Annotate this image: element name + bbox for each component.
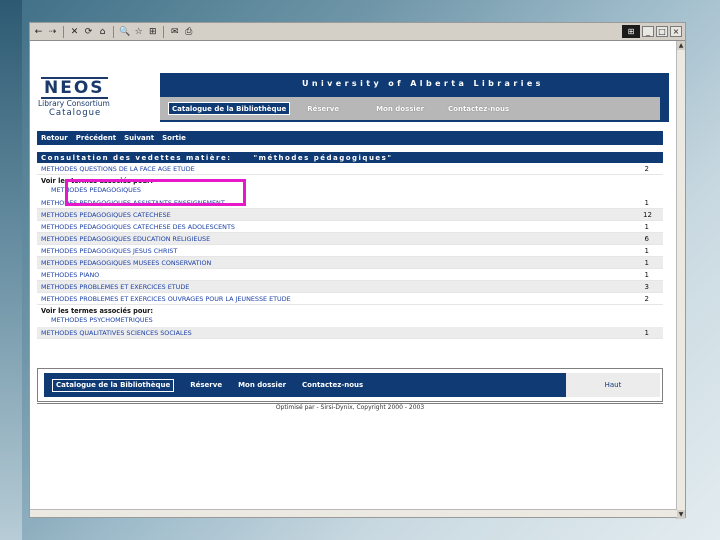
heading-link[interactable]: METHODES PROBLEMES ET EXERCICES OUVRAGES…	[37, 295, 643, 303]
slide-background-band	[0, 0, 22, 540]
top-nav: Catalogue de la Bibliothèque Réserve Mon…	[160, 97, 660, 120]
heading-count: 1	[644, 198, 649, 207]
heading-link[interactable]: METHODES PEDAGOGIQUES CATECHESE	[37, 211, 643, 219]
scroll-up-icon[interactable]: ▲	[677, 41, 685, 50]
mail-icon[interactable]: ✉	[169, 26, 180, 38]
table-row[interactable]: METHODES PEDAGOGIQUES EDUCATION RELIGIEU…	[37, 233, 663, 245]
search-icon[interactable]: 🔍	[119, 26, 130, 38]
heading-link[interactable]: METHODES PEDAGOGIQUES MUSEES CONSERVATIO…	[37, 259, 643, 267]
nav-contact-link[interactable]: Contactez-nous	[448, 105, 509, 113]
table-row[interactable]: METHODES QUALITATIVES SCIENCES SOCIALES …	[37, 327, 663, 339]
table-row[interactable]: METHODES PEDAGOGIQUES CATECHESE 12	[37, 209, 663, 221]
table-row[interactable]: METHODES PEDAGOGIQUES MUSEES CONSERVATIO…	[37, 257, 663, 269]
back-icon[interactable]: ←	[33, 26, 44, 38]
top-link-area: Haut	[566, 373, 660, 397]
table-row[interactable]: METHODES QUESTIONS DE LA FACE AGE ETUDE …	[37, 163, 663, 175]
results-header: Consultation des vedettes matière: "méth…	[37, 152, 663, 163]
annotation-highlight-box	[65, 179, 246, 206]
close-icon[interactable]: ×	[670, 26, 682, 37]
table-row[interactable]: METHODES PEDAGOGIQUES CATECHESE DES ADOL…	[37, 221, 663, 233]
toolbar-separator	[63, 25, 64, 38]
window-controls: ⊞ _ □ ×	[622, 25, 682, 38]
heading-link[interactable]: METHODES PEDAGOGIQUES JESUS CHRIST	[37, 247, 643, 255]
minimize-icon[interactable]: _	[642, 26, 654, 37]
back-link[interactable]: Retour	[41, 134, 68, 142]
heading-link[interactable]: METHODES PEDAGOGIQUES EDUCATION RELIGIEU…	[37, 235, 643, 243]
nav-catalogue-button[interactable]: Catalogue de la Bibliothèque	[168, 102, 291, 115]
toolbar-separator	[113, 25, 114, 38]
history-icon[interactable]: ⊞	[147, 26, 158, 38]
windows-logo-icon: ⊞	[622, 25, 640, 38]
heading-link[interactable]: METHODES PROBLEMES ET EXERCICES ETUDE	[37, 283, 643, 291]
see-also-heading: Voir les termes associés pour:	[41, 307, 153, 315]
table-row[interactable]: METHODES PEDAGOGIQUES JESUS CHRIST 1	[37, 245, 663, 257]
browser-toolbar: ← ⇢ ✕ ⟳ ⌂ 🔍 ☆ ⊞ ✉ ⎙ ⊞ _ □ ×	[30, 23, 685, 41]
next-link[interactable]: Suivant	[124, 134, 154, 142]
heading-count: 6	[644, 234, 649, 243]
stop-icon[interactable]: ✕	[69, 26, 80, 38]
see-also-term-link[interactable]: METHODES PSYCHOMETRIQUES	[41, 316, 663, 325]
print-icon[interactable]: ⎙	[183, 26, 194, 38]
heading-link[interactable]: METHODES PIANO	[37, 271, 643, 279]
table-row[interactable]: METHODES PROBLEMES ET EXERCICES OUVRAGES…	[37, 293, 663, 305]
back-to-top-link[interactable]: Haut	[605, 381, 622, 389]
page-viewport: NEOS Library Consortium Catalogue Univer…	[30, 41, 677, 511]
copyright-text: Optimisé par - Sirsi-Dynix, Copyright 20…	[37, 403, 663, 413]
heading-count: 1	[644, 222, 649, 231]
home-icon[interactable]: ⌂	[97, 26, 108, 38]
vertical-scrollbar[interactable]: ▲ ▼	[676, 41, 685, 519]
page-header: NEOS Library Consortium Catalogue Univer…	[37, 73, 669, 122]
footer-mon-dossier-link[interactable]: Mon dossier	[238, 381, 286, 389]
table-row[interactable]: METHODES PROBLEMES ET EXERCICES ETUDE 3	[37, 281, 663, 293]
results-title: Consultation des vedettes matière:	[41, 153, 232, 162]
university-banner: University of Alberta Libraries Catalogu…	[160, 73, 669, 122]
heading-count: 1	[644, 270, 649, 279]
horizontal-scrollbar[interactable]	[30, 509, 677, 517]
table-row[interactable]: METHODES PIANO 1	[37, 269, 663, 281]
heading-count: 12	[643, 210, 652, 219]
exit-link[interactable]: Sortie	[162, 134, 186, 142]
footer-contact-link[interactable]: Contactez-nous	[302, 381, 363, 389]
logo-subtitle: Library Consortium	[38, 99, 110, 108]
browser-window: ← ⇢ ✕ ⟳ ⌂ 🔍 ☆ ⊞ ✉ ⎙ ⊞ _ □ × NEOS Library…	[29, 22, 686, 519]
heading-link[interactable]: METHODES QUALITATIVES SCIENCES SOCIALES	[37, 329, 643, 337]
footer-nav: Catalogue de la Bibliothèque Réserve Mon…	[44, 373, 660, 397]
heading-count: 2	[644, 164, 649, 173]
scroll-down-icon[interactable]: ▼	[677, 510, 685, 519]
action-bar: Retour Précédent Suivant Sortie	[37, 131, 663, 145]
nav-mon-dossier-link[interactable]: Mon dossier	[376, 105, 424, 113]
heading-count: 3	[644, 282, 649, 291]
previous-link[interactable]: Précédent	[76, 134, 116, 142]
heading-count: 1	[644, 246, 649, 255]
forward-icon[interactable]: ⇢	[47, 26, 58, 38]
heading-count: 1	[644, 258, 649, 267]
refresh-icon[interactable]: ⟳	[83, 26, 94, 38]
logo-catalogue: Catalogue	[49, 108, 102, 118]
favorites-icon[interactable]: ☆	[133, 26, 144, 38]
see-also-block: Voir les termes associés pour: METHODES …	[37, 305, 663, 327]
heading-link[interactable]: METHODES PEDAGOGIQUES CATECHESE DES ADOL…	[37, 223, 643, 231]
neos-logo[interactable]: NEOS Library Consortium Catalogue	[37, 77, 119, 120]
heading-count: 1	[644, 328, 649, 337]
maximize-icon[interactable]: □	[656, 26, 668, 37]
results-query: "méthodes pédagogiques"	[253, 153, 393, 162]
page-footer: Catalogue de la Bibliothèque Réserve Mon…	[37, 368, 663, 402]
footer-catalogue-button[interactable]: Catalogue de la Bibliothèque	[52, 378, 175, 392]
university-name: University of Alberta Libraries	[302, 79, 544, 88]
heading-link[interactable]: METHODES QUESTIONS DE LA FACE AGE ETUDE	[37, 165, 643, 173]
logo-title: NEOS	[41, 77, 108, 99]
toolbar-separator	[163, 25, 165, 38]
footer-reserve-link[interactable]: Réserve	[190, 381, 222, 389]
heading-count: 2	[644, 294, 649, 303]
nav-reserve-link[interactable]: Réserve	[307, 105, 339, 113]
